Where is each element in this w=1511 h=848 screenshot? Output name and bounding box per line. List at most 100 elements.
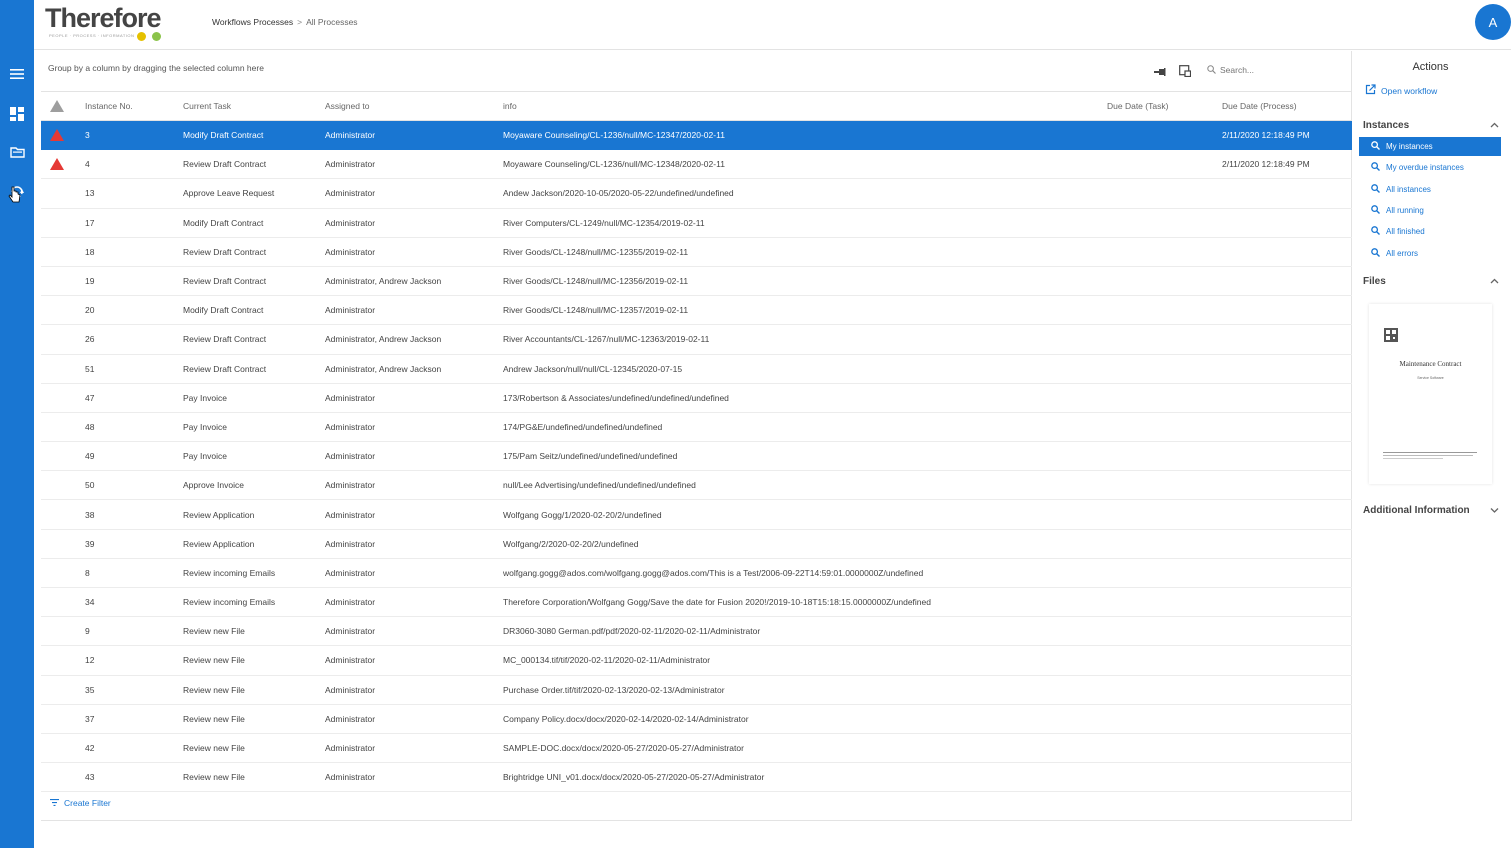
dashboard-icon[interactable]: [7, 104, 27, 124]
logo-dot-green: [152, 32, 161, 41]
table-row[interactable]: 34 Review incoming Emails Administrator The…: [41, 588, 1352, 618]
info-cell: Therefore Corporation/Wolfgang Gogg/Save…: [503, 597, 931, 608]
column-header-due-date-process[interactable]: Due Date (Process): [1222, 92, 1297, 120]
table-row[interactable]: 51 Review Draft Contract Administrator, An…: [41, 355, 1352, 384]
column-header-info[interactable]: info: [503, 92, 517, 120]
table-row[interactable]: 20 Modify Draft Contract Administrator Rive…: [41, 296, 1352, 326]
group-by-hint: Group by a column by dragging the select…: [48, 63, 264, 73]
instances-filter-label: All running: [1386, 205, 1424, 215]
table-row[interactable]: 13 Approve Leave Request Administrator Ande…: [41, 179, 1352, 209]
instances-heading: Instances: [1363, 120, 1410, 131]
mouse-cursor-icon: [8, 186, 22, 209]
current-task-cell: Review new File: [183, 655, 245, 666]
instance-no-cell: 47: [85, 392, 95, 403]
assigned-to-cell: Administrator: [325, 713, 376, 724]
breadcrumb-separator: >: [297, 17, 303, 27]
current-task-cell: Pay Invoice: [183, 421, 227, 432]
logo-tagline: PEOPLE · PROCESS · INFORMATION: [49, 33, 135, 38]
column-header-current-task[interactable]: Current Task: [183, 92, 231, 120]
open-workflow-link[interactable]: Open workflow: [1365, 84, 1437, 97]
filter-icon: [50, 798, 59, 808]
instances-filter-label: All errors: [1386, 248, 1419, 258]
table-row[interactable]: 47 Pay Invoice Administrator 173/Robertson …: [41, 384, 1352, 413]
current-task-cell: Review new File: [183, 684, 245, 695]
table-row[interactable]: 17 Modify Draft Contract Administrator Rive…: [41, 209, 1352, 238]
search-icon: [1207, 64, 1216, 76]
table-row[interactable]: 4 Review Draft Contract Administrator Moyaw…: [41, 150, 1352, 180]
create-filter-button[interactable]: Create Filter: [50, 798, 111, 808]
files-section-header[interactable]: Files: [1363, 276, 1499, 287]
table-row[interactable]: 43 Review new File Administrator Brightridg…: [41, 763, 1352, 793]
column-header-instance-no[interactable]: Instance No.: [85, 92, 133, 120]
open-external-icon: [1365, 84, 1376, 97]
column-header-assigned-to[interactable]: Assigned to: [325, 92, 369, 120]
instances-filter-item[interactable]: All running: [1359, 201, 1501, 220]
instances-filter-item[interactable]: All finished: [1359, 222, 1501, 241]
folder-icon[interactable]: [7, 142, 27, 162]
chevron-up-icon[interactable]: [1490, 120, 1499, 131]
instance-no-cell: 18: [85, 246, 95, 257]
grid-body: 3 Modify Draft Contract Administrator Moyaw…: [41, 121, 1352, 793]
table-row[interactable]: 39 Review Application Administrator Wolfgan…: [41, 530, 1352, 559]
instance-no-cell: 42: [85, 743, 95, 754]
menu-icon[interactable]: [7, 64, 27, 84]
column-chooser-icon[interactable]: [1179, 64, 1192, 82]
file-thumbnail-subtitle: Service Software: [1417, 376, 1444, 380]
breadcrumb-all-processes: All Processes: [306, 17, 358, 27]
table-row[interactable]: 3 Modify Draft Contract Administrator Moyaw…: [41, 121, 1352, 151]
instances-filter-item[interactable]: My overdue instances: [1359, 158, 1501, 177]
table-row[interactable]: 42 Review new File Administrator SAMPLE-DOC…: [41, 734, 1352, 764]
table-row[interactable]: 49 Pay Invoice Administrator 175/Pam Seitz/…: [41, 442, 1352, 472]
breadcrumb-workflows-processes[interactable]: Workflows Processes: [212, 17, 293, 27]
instances-filter-item[interactable]: All instances: [1359, 180, 1501, 199]
instances-filter-item[interactable]: My instances: [1359, 137, 1501, 156]
table-row[interactable]: 50 Approve Invoice Administrator null/Lee A…: [41, 471, 1352, 501]
table-row[interactable]: 19 Review Draft Contract Administrator, An…: [41, 267, 1352, 297]
instances-filter-item[interactable]: All errors: [1359, 244, 1501, 263]
info-cell: 173/Robertson & Associates/undefined/und…: [503, 392, 729, 403]
table-row[interactable]: 48 Pay Invoice Administrator 174/PG&E/undef…: [41, 413, 1352, 443]
current-task-cell: Review Draft Contract: [183, 159, 267, 170]
table-row[interactable]: 38 Review Application Administrator Wolfgan…: [41, 500, 1352, 530]
process-grid-panel: Group by a column by dragging the select…: [41, 51, 1352, 821]
search-input[interactable]: [1220, 65, 1330, 75]
instance-no-cell: 8: [85, 567, 90, 578]
table-row[interactable]: 18 Review Draft Contract Administrator Rive…: [41, 238, 1352, 267]
table-row[interactable]: 35 Review new File Administrator Purchase O…: [41, 676, 1352, 705]
table-row[interactable]: 12 Review new File Administrator MC_000134.…: [41, 646, 1352, 676]
current-task-cell: Review new File: [183, 772, 245, 783]
instances-section-header[interactable]: Instances: [1363, 120, 1499, 131]
chevron-down-icon[interactable]: [1490, 505, 1499, 516]
table-row[interactable]: 26 Review Draft Contract Administrator, An…: [41, 325, 1352, 355]
additional-information-header[interactable]: Additional Information: [1363, 505, 1499, 516]
instance-no-cell: 50: [85, 480, 95, 491]
current-task-cell: Review Draft Contract: [183, 246, 267, 257]
file-thumbnail[interactable]: Maintenance Contract Service Software: [1369, 304, 1492, 484]
search-icon: [1371, 205, 1380, 216]
instance-no-cell: 37: [85, 713, 95, 724]
table-row[interactable]: 8 Review incoming Emails Administrator wolf…: [41, 559, 1352, 588]
assigned-to-cell: Administrator, Andrew Jackson: [325, 363, 442, 374]
column-header-due-date-task[interactable]: Due Date (Task): [1107, 92, 1168, 120]
info-cell: Moyaware Counseling/CL-1236/null/MC-1234…: [503, 130, 725, 141]
assigned-to-cell: Administrator: [325, 130, 376, 141]
search-box[interactable]: [1207, 62, 1347, 78]
avatar[interactable]: A: [1475, 4, 1511, 40]
table-row[interactable]: 37 Review new File Administrator Company Po…: [41, 705, 1352, 734]
info-cell: Andrew Jackson/null/null/CL-12345/2020-0…: [503, 363, 683, 374]
assigned-to-cell: Administrator: [325, 597, 376, 608]
assigned-to-cell: Administrator: [325, 626, 376, 637]
flag-column-header-icon[interactable]: [49, 92, 65, 120]
instances-filter-label: My instances: [1386, 142, 1433, 151]
current-task-cell: Review incoming Emails: [183, 567, 276, 578]
chevron-up-icon[interactable]: [1490, 276, 1499, 287]
instance-no-cell: 20: [85, 305, 95, 316]
instance-no-cell: 19: [85, 276, 95, 287]
top-bar: Therefore PEOPLE · PROCESS · INFORMATION…: [34, 0, 1511, 50]
app-logo[interactable]: Therefore PEOPLE · PROCESS · INFORMATION: [45, 2, 180, 42]
instance-no-cell: 43: [85, 772, 95, 783]
instance-no-cell: 49: [85, 451, 95, 462]
pin-icon[interactable]: [1154, 64, 1166, 82]
table-row[interactable]: 9 Review new File Administrator DR3060-3080…: [41, 617, 1352, 647]
process-grid: Instance No. Current Task Assigned to in…: [41, 91, 1352, 793]
